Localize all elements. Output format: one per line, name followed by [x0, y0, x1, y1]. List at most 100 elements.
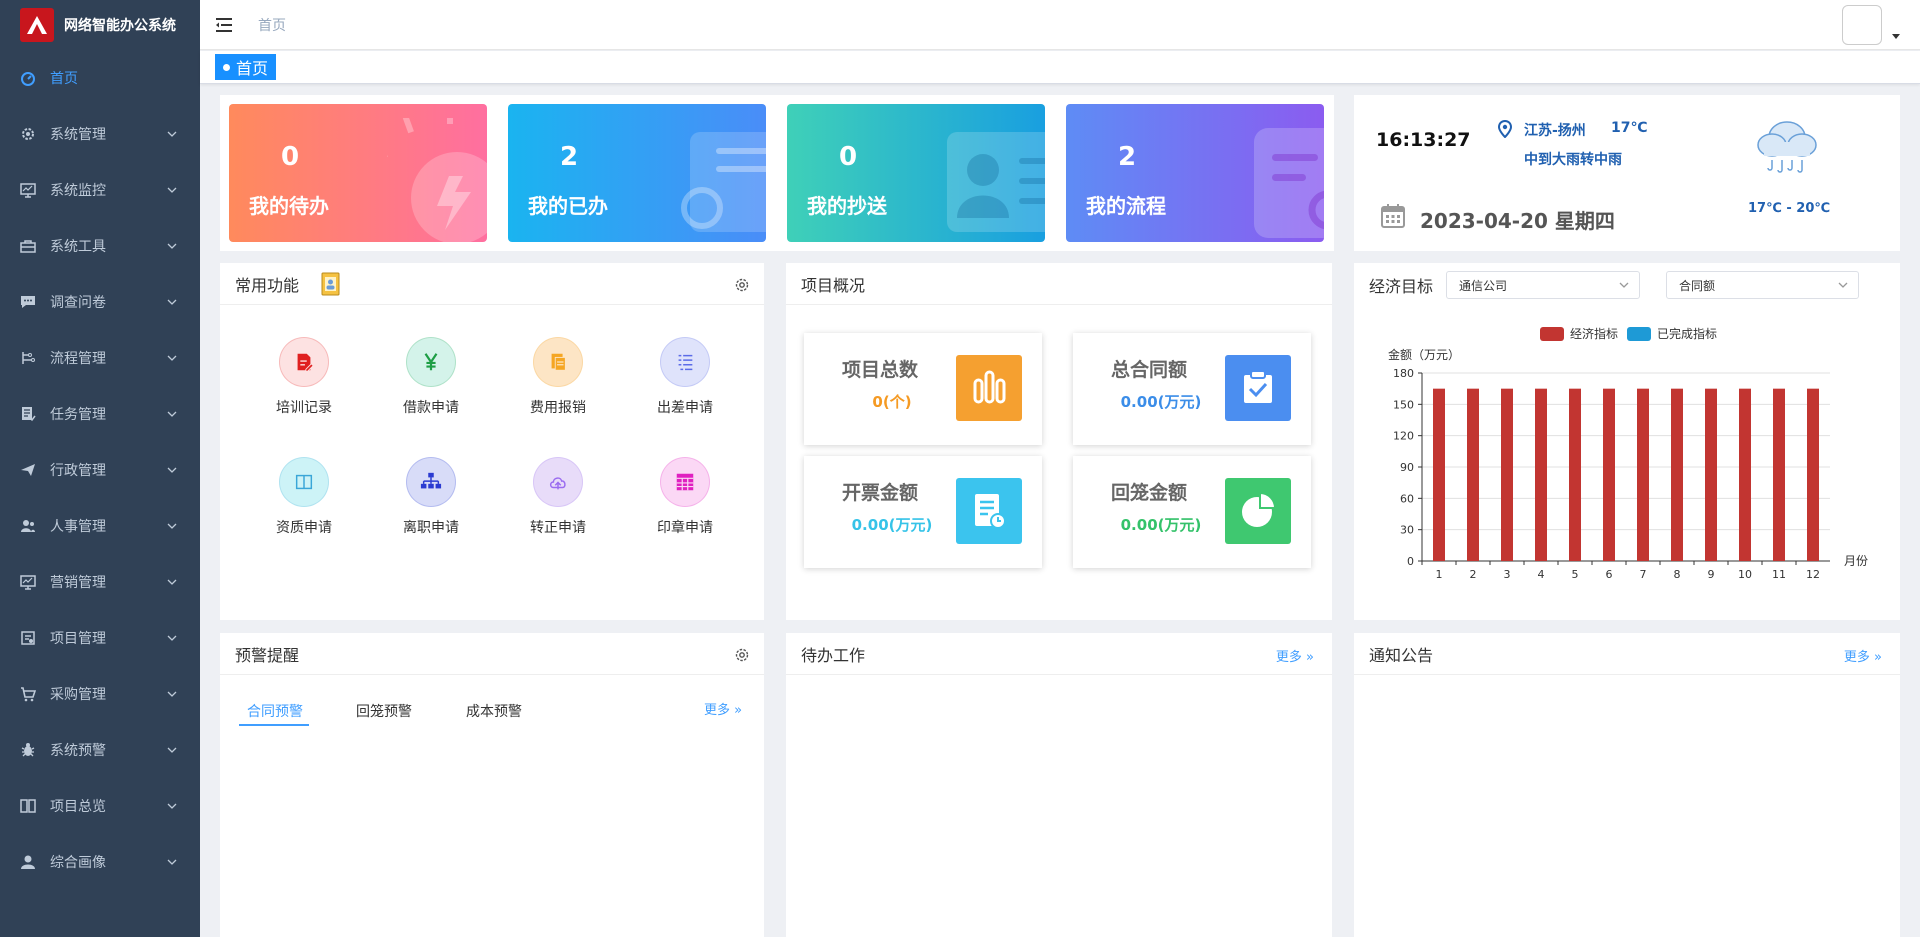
- sidebar-item-12[interactable]: 系统预警: [0, 722, 200, 778]
- quick-item-label: 培训记录: [276, 400, 332, 416]
- project-stat-title: 总合同额: [1111, 359, 1188, 381]
- bar-0-1[interactable]: [1433, 388, 1445, 561]
- quick-item-3[interactable]: 出差申请: [630, 337, 740, 417]
- hamburger-icon[interactable]: [216, 17, 234, 33]
- quick-item-5[interactable]: 离职申请: [376, 457, 486, 537]
- legend-label-0[interactable]: 经济指标: [1570, 326, 1618, 341]
- stat-card-2[interactable]: 0 我的抄送: [787, 104, 1045, 242]
- metric-select[interactable]: 合同额: [1666, 271, 1859, 299]
- quick-item-2[interactable]: 费用报销: [503, 337, 613, 417]
- tab-recovery-warning[interactable]: 回笼预警: [356, 701, 412, 721]
- metric-select-value: 合同额: [1679, 278, 1716, 293]
- tab-contract-warning[interactable]: 合同预警: [247, 701, 303, 721]
- quick-item-circle: [660, 457, 710, 507]
- bar-0-8[interactable]: [1671, 388, 1683, 561]
- project-stat-1[interactable]: 总合同额 0.00(万元): [1073, 333, 1311, 445]
- bar-0-9[interactable]: [1705, 388, 1717, 561]
- bar-0-4[interactable]: [1535, 388, 1547, 561]
- stat-card-0[interactable]: 0 我的待办: [229, 104, 487, 242]
- sidebar-item-6[interactable]: 任务管理: [0, 386, 200, 442]
- bar-0-12[interactable]: [1807, 388, 1819, 561]
- chevron-down-icon: [167, 243, 177, 249]
- stat-card-3[interactable]: 2 我的流程: [1066, 104, 1324, 242]
- legend-swatch-0[interactable]: [1540, 327, 1564, 341]
- project-stat-title: 开票金额: [842, 482, 919, 504]
- project-stat-value: 0.00(万元): [851, 516, 933, 534]
- bar-0-2[interactable]: [1467, 388, 1479, 561]
- sidebar-item-label: 项目管理: [50, 631, 106, 647]
- sidebar-item-4[interactable]: 调查问卷: [0, 274, 200, 330]
- user-menu[interactable]: [1842, 5, 1900, 45]
- sidebar-item-13[interactable]: 项目总览: [0, 778, 200, 834]
- avatar[interactable]: [1842, 5, 1882, 45]
- weather-temp: 17℃: [1611, 120, 1648, 136]
- warning-title: 预警提醒: [235, 645, 300, 665]
- quick-item-label: 离职申请: [403, 520, 459, 536]
- sidebar-item-7[interactable]: 行政管理: [0, 442, 200, 498]
- project-stat-2[interactable]: 开票金额 0.00(万元): [804, 456, 1042, 568]
- sidebar-item-14[interactable]: 综合画像: [0, 834, 200, 890]
- tag-home-label: 首页: [236, 59, 269, 78]
- legend-swatch-1[interactable]: [1627, 327, 1651, 341]
- project-stat-0[interactable]: 项目总数 0(个): [804, 333, 1042, 445]
- settings-icon[interactable]: [734, 647, 750, 663]
- book-open-icon: [295, 474, 313, 490]
- sidebar-item-label: 系统管理: [50, 127, 106, 143]
- quick-item-1[interactable]: 借款申请: [376, 337, 486, 417]
- sidebar-item-2[interactable]: 系统监控: [0, 162, 200, 218]
- notice-more-link[interactable]: 更多 »: [1844, 646, 1882, 665]
- todo-more-link[interactable]: 更多 »: [1276, 646, 1314, 665]
- quick-item-4[interactable]: 资质申请: [249, 457, 359, 537]
- chevron-down-icon: [167, 859, 177, 865]
- legend-label-1[interactable]: 已完成指标: [1657, 326, 1717, 341]
- project-stat-3[interactable]: 回笼金额 0.00(万元): [1073, 456, 1311, 568]
- sidebar-item-11[interactable]: 采购管理: [0, 666, 200, 722]
- sidebar-item-5[interactable]: 流程管理: [0, 330, 200, 386]
- stat-label: 我的流程: [1086, 194, 1166, 218]
- x-tick-label: 9: [1708, 568, 1715, 581]
- bar-0-3[interactable]: [1501, 388, 1513, 561]
- bar-0-10[interactable]: [1739, 388, 1751, 561]
- sidebar-item-label: 系统工具: [50, 239, 106, 255]
- warning-more-link[interactable]: 更多 »: [704, 699, 742, 718]
- weather-range: 17℃ - 20℃: [1748, 201, 1831, 216]
- y-tick-label: 150: [1393, 398, 1414, 411]
- sidebar-item-0[interactable]: 首页: [0, 50, 200, 106]
- bar-0-6[interactable]: [1603, 388, 1615, 561]
- sidebar-item-8[interactable]: 人事管理: [0, 498, 200, 554]
- settings-icon[interactable]: [734, 277, 750, 293]
- tab-cost-warning[interactable]: 成本预警: [466, 701, 522, 721]
- tag-home[interactable]: 首页: [215, 54, 277, 80]
- breadcrumb[interactable]: 首页: [258, 15, 286, 35]
- x-tick-label: 10: [1738, 568, 1752, 581]
- bar-0-7[interactable]: [1637, 388, 1649, 561]
- company-select[interactable]: 通信公司: [1446, 271, 1640, 299]
- tags-view: 首页: [200, 51, 1920, 84]
- project-stat-icon-box: [956, 355, 1022, 421]
- bar-0-5[interactable]: [1569, 388, 1581, 561]
- caret-down-icon[interactable]: [1892, 34, 1900, 40]
- app-title: 网络智能办公系统: [64, 18, 176, 34]
- sidebar-item-3[interactable]: 系统工具: [0, 218, 200, 274]
- active-tab-underline: [239, 724, 309, 726]
- x-tick-label: 2: [1470, 568, 1477, 581]
- chevron-down-icon: [167, 635, 177, 641]
- chevron-down-icon: [167, 691, 177, 697]
- quick-item-7[interactable]: 印章申请: [630, 457, 740, 537]
- bar-0-11[interactable]: [1773, 388, 1785, 561]
- address-book-icon[interactable]: [321, 272, 341, 296]
- stat-value: 0: [839, 142, 858, 172]
- weather-condition: 中到大雨转中雨: [1524, 152, 1622, 168]
- sidebar-item-10[interactable]: 项目管理: [0, 610, 200, 666]
- document-edit-icon: [297, 353, 314, 372]
- quick-item-0[interactable]: 培训记录: [249, 337, 359, 417]
- stat-card-1[interactable]: 2 我的已办: [508, 104, 766, 242]
- sidebar-item-9[interactable]: 营销管理: [0, 554, 200, 610]
- quick-item-6[interactable]: 转正申请: [503, 457, 613, 537]
- sidebar-item-label: 任务管理: [50, 407, 106, 423]
- stat-label: 我的已办: [528, 194, 608, 218]
- project-stat-value: 0.00(万元): [1120, 516, 1202, 534]
- quick-item-circle: [406, 337, 456, 387]
- sidebar-item-1[interactable]: 系统管理: [0, 106, 200, 162]
- notice-header: 通知公告 更多 »: [1354, 633, 1900, 675]
